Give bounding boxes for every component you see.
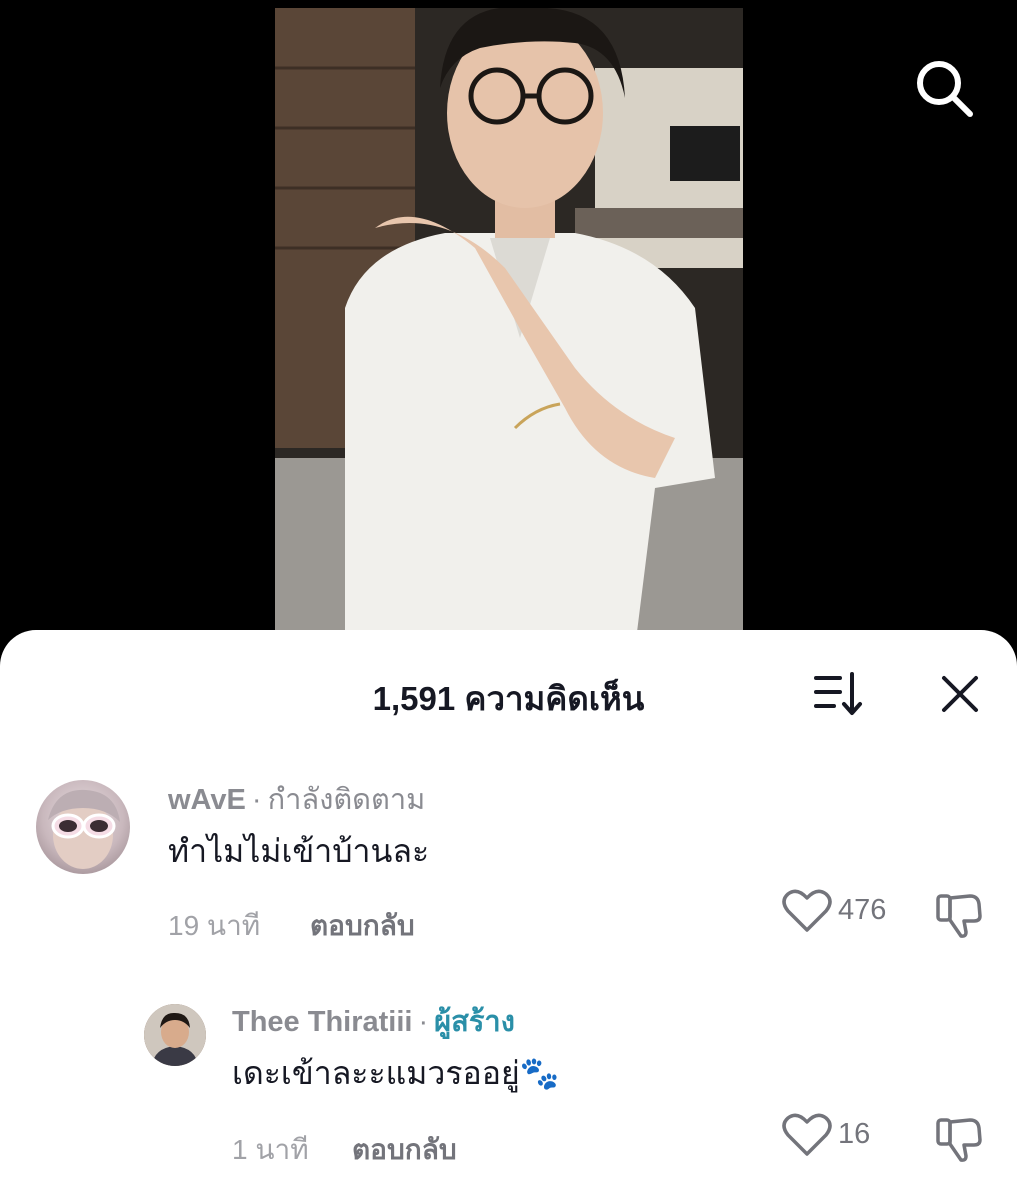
comments-sheet: 1,591 ความคิดเห็น wAvE · กำลังติดตาม ทำไมไ… [0, 630, 1017, 1200]
dislike-button[interactable] [934, 1114, 984, 1164]
heart-icon [782, 889, 832, 932]
follow-status: กำลังติดตาม [267, 784, 426, 816]
comment-username[interactable]: wAvE [168, 784, 246, 816]
like-button[interactable] [782, 888, 832, 934]
video-thumbnail [275, 8, 743, 648]
like-button[interactable] [782, 1112, 832, 1158]
comment-time: 19 นาที [168, 910, 261, 941]
creator-badge: ผู้สร้าง [434, 1006, 515, 1038]
comments-count-title: 1,591 ความคิดเห็น [372, 680, 645, 717]
reply-button[interactable]: ตอบกลับ [310, 904, 415, 948]
reply-meta: Thee Thiratiii · ผู้สร้าง [232, 1006, 515, 1038]
reply-button[interactable]: ตอบกลับ [352, 1128, 457, 1172]
sort-button[interactable] [812, 670, 864, 718]
like-count: 16 [838, 1118, 871, 1150]
reply-text-row: เดะเข้าละะแมวรออยู่🐾 [232, 1048, 560, 1099]
heart-icon [782, 1113, 832, 1156]
paw-emoji: 🐾 [519, 1055, 560, 1091]
close-button[interactable] [938, 672, 982, 716]
dislike-button[interactable] [934, 890, 984, 940]
sort-icon [814, 672, 862, 715]
video-player[interactable] [0, 0, 1017, 660]
like-count: 476 [838, 894, 887, 926]
thumbs-down-icon [936, 894, 982, 938]
comment-meta: wAvE · กำลังติดตาม [168, 784, 426, 816]
comment-text: ทำไมไม่เข้าบ้านละ [168, 833, 430, 869]
search-button[interactable] [912, 56, 976, 120]
avatar-image [144, 1004, 206, 1066]
close-icon [942, 676, 978, 712]
avatar-image [48, 789, 120, 869]
thumbs-down-icon [936, 1118, 982, 1162]
search-icon [917, 61, 973, 117]
avatar[interactable] [144, 1004, 206, 1066]
avatar[interactable] [36, 780, 130, 874]
reply-time: 1 นาที [232, 1134, 309, 1165]
reply-username[interactable]: Thee Thiratiii [232, 1006, 412, 1038]
video-frame[interactable] [275, 8, 743, 648]
reply-text: เดะเข้าละะแมวรออยู่ [232, 1055, 520, 1091]
